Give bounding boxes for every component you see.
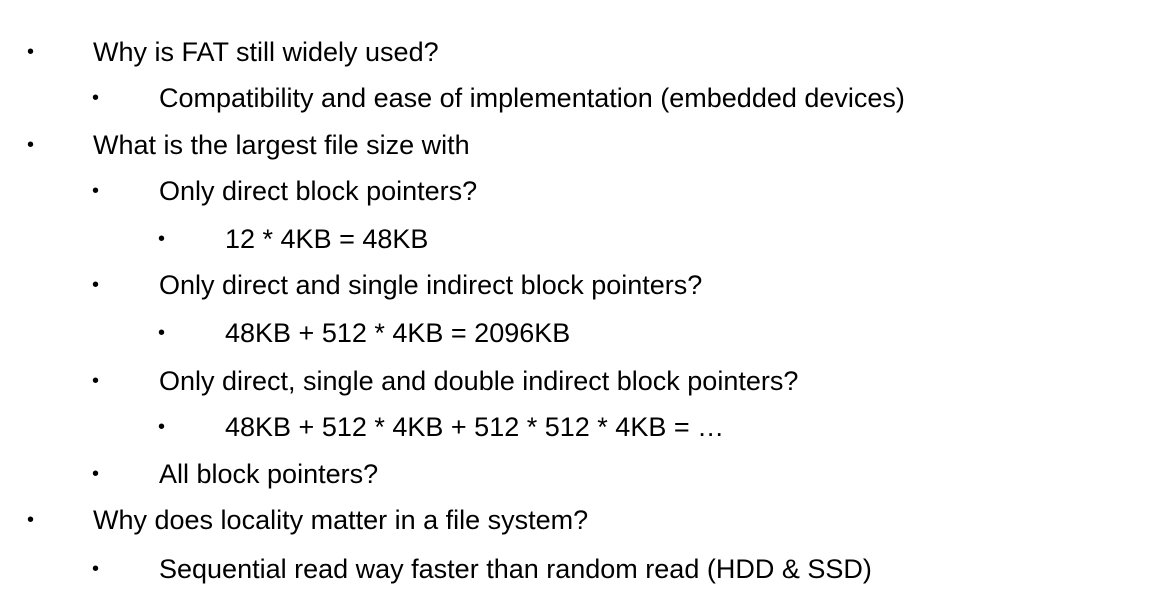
bullet-dot: • [158, 228, 166, 250]
bullet-text: What is the largest file size with [93, 130, 470, 160]
bullet-item: • Only direct block pointers? [0, 171, 1164, 211]
bullet-item: • Sequential read way faster than random… [0, 549, 1164, 589]
bullet-item: • Only direct, single and double indirec… [0, 361, 1164, 401]
bullet-item: • 48KB + 512 * 4KB + 512 * 512 * 4KB = … [0, 407, 1164, 447]
bullet-text: Why is FAT still widely used? [93, 37, 439, 67]
bullet-dot: • [92, 274, 100, 296]
bullet-text: Only direct and single indirect block po… [159, 270, 703, 300]
bullet-dot: • [27, 509, 35, 531]
bullet-text: Sequential read way faster than random r… [159, 554, 872, 584]
bullet-text: 12 * 4KB = 48KB [225, 224, 429, 254]
bullet-text: Only direct block pointers? [159, 176, 478, 206]
bullet-text: 48KB + 512 * 4KB = 2096KB [225, 318, 571, 348]
bullet-dot: • [92, 370, 100, 392]
bullet-dot: • [92, 463, 100, 485]
bullet-item: • Compatibility and ease of implementati… [0, 78, 1164, 118]
bullet-item: • What is the largest file size with [0, 125, 1164, 165]
bullet-text: Compatibility and ease of implementation… [159, 83, 905, 113]
bullet-item: • 12 * 4KB = 48KB [0, 219, 1164, 259]
bullet-item: • Only direct and single indirect block … [0, 265, 1164, 305]
bullet-dot: • [27, 41, 35, 63]
bullet-dot: • [92, 180, 100, 202]
bullet-dot: • [27, 134, 35, 156]
bullet-text: Only direct, single and double indirect … [159, 366, 799, 396]
bullet-dot: • [92, 87, 100, 109]
bullet-item: • Why does locality matter in a file sys… [0, 500, 1164, 540]
bullet-item: • 48KB + 512 * 4KB = 2096KB [0, 313, 1164, 353]
bullet-dot: • [158, 416, 166, 438]
bullet-item: • Why is FAT still widely used? [0, 32, 1164, 72]
bullet-text: 48KB + 512 * 4KB + 512 * 512 * 4KB = … [225, 412, 725, 442]
bullet-dot: • [92, 558, 100, 580]
bullet-text: Why does locality matter in a file syste… [93, 505, 589, 535]
bullet-text: All block pointers? [159, 459, 379, 489]
bullet-dot: • [158, 322, 166, 344]
bullet-item: • All block pointers? [0, 454, 1164, 494]
